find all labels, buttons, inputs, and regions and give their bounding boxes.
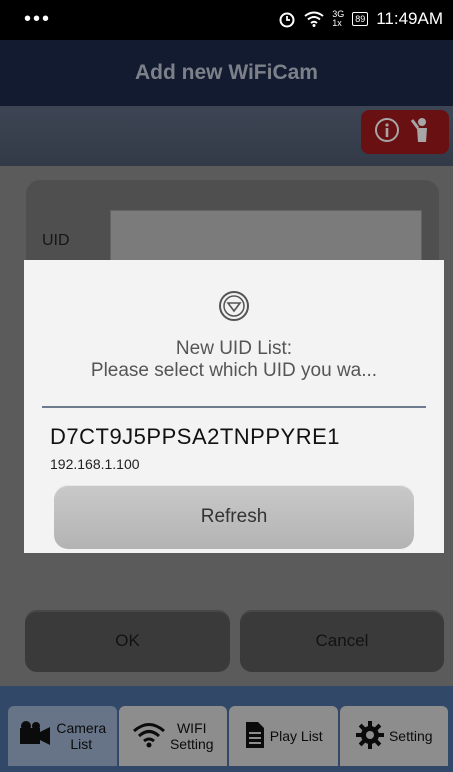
wifi-signal-icon <box>304 11 324 27</box>
dropdown-circle-icon <box>218 290 250 322</box>
dialog-title-line1: New UID List: <box>175 338 293 359</box>
dialog-title-line2: Please select which UID you wa... <box>90 360 378 381</box>
dialog-title: New UID List: Please select which UID yo… <box>24 338 444 382</box>
status-icons: 3G 1x 89 11:49AM <box>278 9 443 29</box>
battery-icon: 89 <box>352 12 369 26</box>
refresh-button-label: Refresh <box>200 506 268 527</box>
alarm-icon <box>278 10 296 28</box>
more-dots-icon: ••• <box>24 8 52 30</box>
clock: 11:49AM <box>376 9 443 28</box>
uid-list-item-ip: 192.168.1.100 <box>50 456 140 472</box>
network-type-1x: 1x <box>332 18 342 28</box>
dialog-divider <box>42 406 426 408</box>
network-indicator: 3G 1x <box>332 10 344 28</box>
uid-list-item-uid: D7CT9J5PPSA2TNPPYRE1 <box>50 424 340 449</box>
status-bar: ••• 3G 1x 89 11:49AM <box>0 0 453 40</box>
app-screen: ••• 3G 1x 89 11:49AM Add new WiFiCam UID… <box>0 0 453 772</box>
uid-list-dialog: New UID List: Please select which UID yo… <box>24 260 444 553</box>
refresh-button[interactable]: Refresh <box>54 485 414 549</box>
